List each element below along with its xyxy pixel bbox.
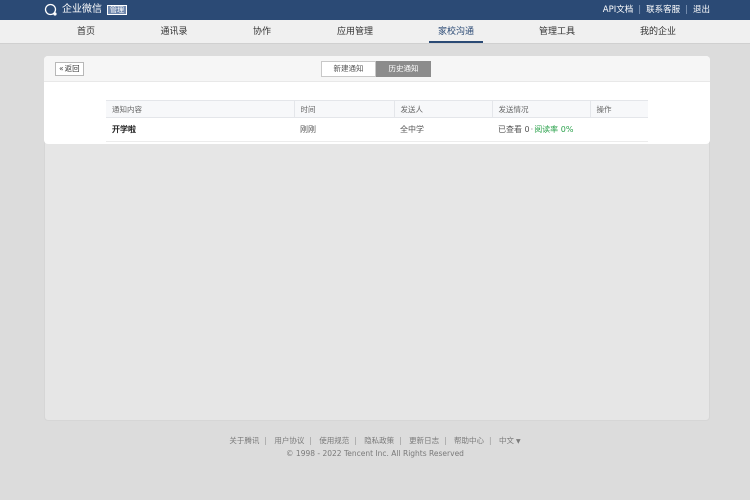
top-link-separator: | [685, 5, 688, 15]
contact-support-link[interactable]: 联系客服 [646, 4, 680, 16]
notification-card: « 返回 新建通知 历史通知 通知内容 时间 发送人 发送情况 操作 开学啦 刚… [44, 56, 710, 144]
back-button-label: 返回 [64, 64, 80, 73]
cell-status: 已查看 0·阅读率 0% [492, 117, 590, 142]
table-header-row: 通知内容 时间 发送人 发送情况 操作 [106, 100, 648, 118]
nav-item-contacts[interactable]: 通讯录 [160, 20, 187, 44]
top-links: API文档 | 联系客服 | 退出 [603, 4, 710, 16]
nav-item-home[interactable]: 首页 [77, 20, 95, 44]
read-rate: 阅读率 0% [534, 125, 574, 134]
history-table: 通知内容 时间 发送人 发送情况 操作 开学啦 刚刚 全中学 已查看 0·阅读率… [106, 100, 648, 142]
footer-separator: | [309, 436, 312, 445]
tab-new-notification[interactable]: 新建通知 [321, 61, 376, 77]
table-row[interactable]: 开学啦 刚刚 全中学 已查看 0·阅读率 0% [106, 117, 648, 142]
footer-separator: | [354, 436, 357, 445]
language-label: 中文 [498, 436, 514, 445]
top-bar: 企业微信 管理 API文档 | 联系客服 | 退出 [0, 0, 750, 20]
copyright: © 1998 - 2022 Tencent Inc. All Rights Re… [286, 449, 464, 458]
header-action: 操作 [589, 100, 648, 118]
notification-tabs: 新建通知 历史通知 [321, 61, 431, 77]
footer-separator: | [489, 436, 492, 445]
active-nav-indicator [429, 41, 483, 43]
cell-content: 开学啦 [106, 117, 294, 142]
top-link-separator: | [638, 5, 642, 15]
footer-separator: | [399, 436, 402, 445]
back-button[interactable]: « 返回 [55, 62, 84, 76]
header-status: 发送情况 [491, 100, 590, 118]
card-toolbar: « 返回 新建通知 历史通知 [44, 56, 710, 82]
nav-item-app-management[interactable]: 应用管理 [337, 20, 373, 44]
tab-history-notifications[interactable]: 历史通知 [376, 61, 431, 77]
footer-link-changelog[interactable]: 更新日志 [409, 436, 439, 445]
status-separator: · [530, 125, 534, 134]
footer-link-about[interactable]: 关于腾讯 [229, 436, 259, 445]
footer-links: 关于腾讯 | 用户协议 | 使用规范 | 隐私政策 | 更新日志 | 帮助中心 | 中文 ▼ [0, 435, 750, 446]
logo[interactable]: 企业微信 管理 [44, 3, 127, 17]
logo-text: 企业微信 [62, 4, 102, 15]
footer-link-usage-rules[interactable]: 使用规范 [319, 436, 349, 445]
api-docs-link[interactable]: API文档 [603, 4, 633, 16]
double-chevron-left-icon: « [59, 64, 64, 73]
footer-link-user-agreement[interactable]: 用户协议 [274, 436, 304, 445]
cell-action [590, 117, 648, 142]
nav-item-management-tools[interactable]: 管理工具 [539, 20, 575, 44]
footer-link-privacy[interactable]: 隐私政策 [364, 436, 394, 445]
cell-sender: 全中学 [394, 117, 492, 142]
footer-separator: | [264, 436, 267, 445]
main-nav: 首页 通讯录 协作 应用管理 家校沟通 管理工具 我的企业 [0, 20, 750, 44]
cell-time: 刚刚 [294, 117, 394, 142]
logout-link[interactable]: 退出 [693, 4, 710, 16]
footer-link-help[interactable]: 帮助中心 [454, 436, 484, 445]
header-time: 时间 [293, 100, 394, 118]
footer-separator: | [444, 436, 447, 445]
language-selector[interactable]: 中文 ▼ [499, 436, 521, 445]
viewed-count: 已查看 0 [498, 125, 530, 134]
nav-item-collaboration[interactable]: 协作 [253, 20, 271, 44]
wecom-logo-icon [44, 3, 57, 16]
header-content: 通知内容 [106, 100, 294, 118]
nav-item-my-enterprise[interactable]: 我的企业 [640, 20, 676, 44]
logo-badge: 管理 [107, 5, 127, 15]
header-sender: 发送人 [393, 100, 492, 118]
caret-down-icon: ▼ [515, 438, 521, 445]
